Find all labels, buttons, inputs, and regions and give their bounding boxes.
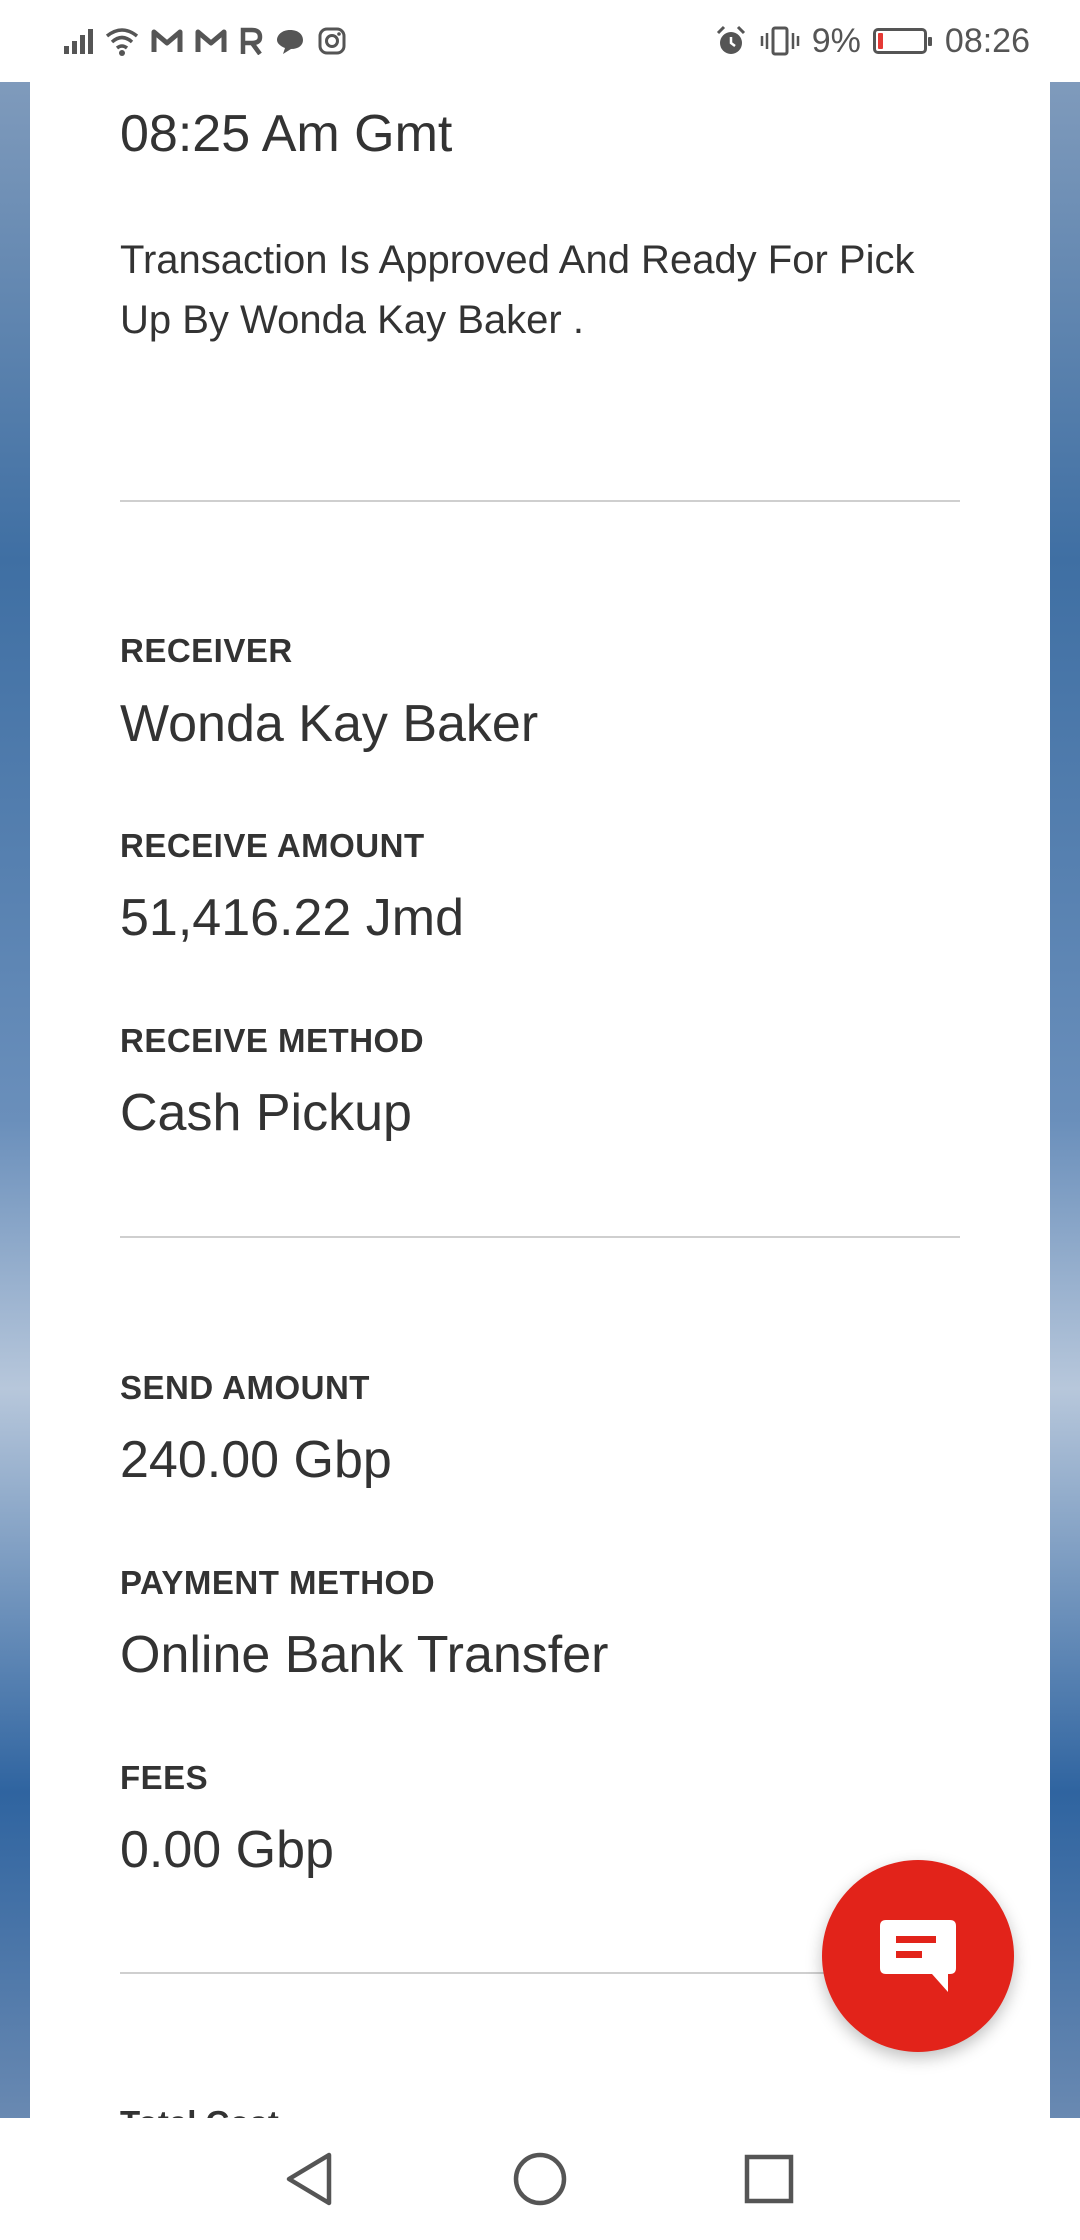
vibrate-icon [760,26,800,56]
receive-method-label: RECEIVE METHOD [120,1022,425,1059]
status-time: 08:26 [944,21,1030,60]
battery-icon [872,28,932,54]
chat-button[interactable] [822,1860,1014,2052]
home-circle-icon [513,2152,567,2206]
payment-method-value: Online Bank Transfer [120,1626,609,1684]
divider [120,1236,960,1238]
transaction-time: 08:25 Am Gmt [120,105,453,163]
receiver-label: RECEIVER [120,632,293,669]
battery-percent: 9% [811,21,861,60]
back-triangle-icon [286,2152,332,2206]
signal-icon [64,28,93,54]
receiver-value: Wonda Kay Baker [120,695,539,753]
fees-label: FEES [120,1759,209,1796]
status-bar-left [64,26,347,56]
payment-method-label: PAYMENT METHOD [120,1564,436,1601]
transaction-details-card[interactable]: 08:25 Am Gmt Transaction Is Approved And… [30,82,1050,2118]
r-app-icon [240,27,263,55]
chat-bubble-icon [880,1920,956,1992]
send-amount-label: SEND AMOUNT [120,1369,370,1406]
chat-icon [277,30,303,54]
status-bar: 9% 08:26 [0,0,1080,82]
fees-value: 0.00 Gbp [120,1821,334,1879]
status-bar-right: 9% 08:26 [714,22,1030,61]
wifi-icon [105,28,139,56]
home-button[interactable] [507,2146,573,2212]
receive-amount-label: RECEIVE AMOUNT [120,827,425,864]
gmail-icon [151,29,183,52]
divider [120,500,960,502]
navigation-bar [0,2118,1080,2240]
recents-button[interactable] [736,2146,802,2212]
gmail-icon [195,29,227,52]
receive-method-value: Cash Pickup [120,1084,412,1142]
total-cost-label: Total Cost [120,2104,279,2118]
receive-amount-value: 51,416.22 Jmd [120,889,465,947]
send-amount-value: 240.00 Gbp [120,1431,392,1489]
back-button[interactable] [276,2146,342,2212]
recents-square-icon [744,2154,794,2204]
alarm-icon [716,25,745,54]
battery-level [877,33,883,49]
transaction-status-message: Transaction Is Approved And Ready For Pi… [120,238,915,342]
instagram-icon [318,27,346,55]
